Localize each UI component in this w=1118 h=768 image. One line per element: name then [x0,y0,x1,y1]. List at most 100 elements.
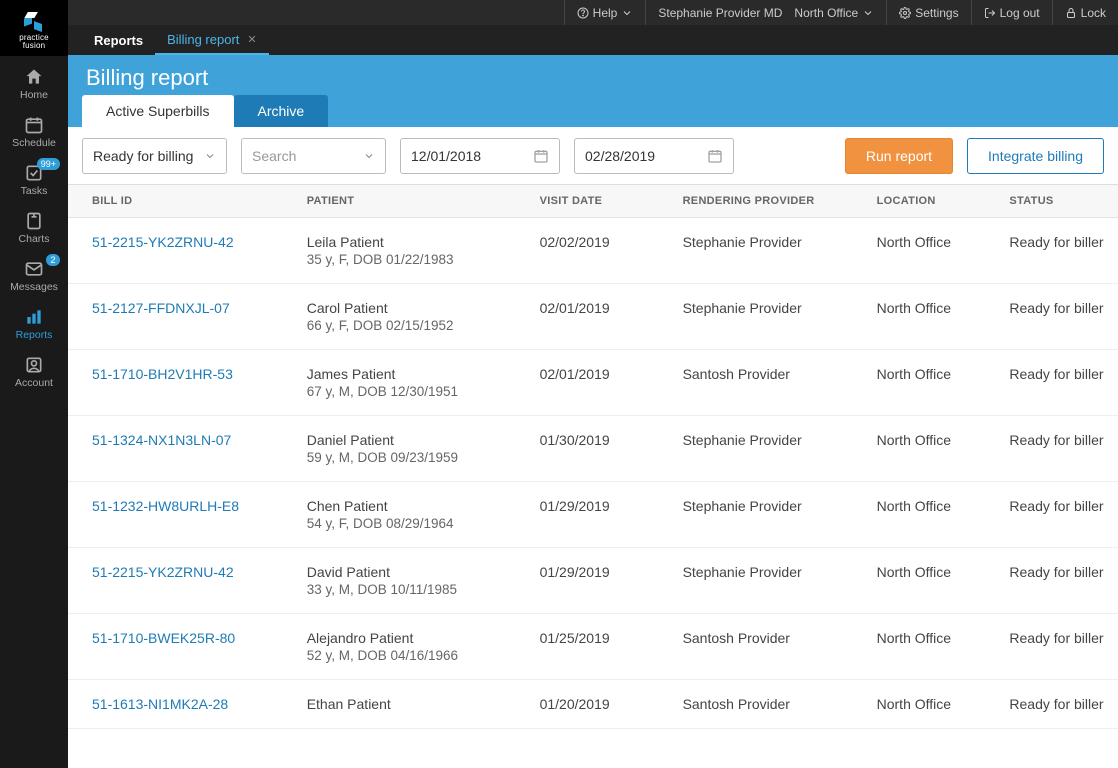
location: North Office [863,218,996,284]
integrate-billing-button[interactable]: Integrate billing [967,138,1104,174]
col-status[interactable]: STATUS [995,185,1118,218]
rendering-provider: Santosh Provider [669,614,863,680]
date-from-input[interactable]: 12/01/2018 [400,138,560,174]
status: Ready for biller [995,350,1118,416]
logout-label: Log out [1000,6,1040,20]
date-from-value: 12/01/2018 [411,148,481,164]
tab-active-superbills[interactable]: Active Superbills [82,95,234,127]
status: Ready for biller [995,548,1118,614]
bill-id-link[interactable]: 51-2215-YK2ZRNU-42 [92,234,234,250]
calendar-icon [533,148,549,164]
sidebar-item-home[interactable]: Home [0,60,68,108]
gear-icon [899,7,911,19]
brand-text: practicefusion [19,34,49,50]
breadcrumb-root[interactable]: Reports [82,25,155,55]
visit-date: 02/02/2019 [526,218,669,284]
run-report-button[interactable]: Run report [845,138,953,174]
topbar: Help Stephanie Provider MD North Office … [0,0,1118,25]
badge: 99+ [37,158,60,170]
bill-id-link[interactable]: 51-1710-BWEK25R-80 [92,630,235,646]
patient-name: Ethan Patient [307,696,512,712]
sidebar-item-reports[interactable]: Reports [0,300,68,348]
rendering-provider: Santosh Provider [669,350,863,416]
col-bill-id[interactable]: BILL ID [68,185,293,218]
settings-label: Settings [915,6,958,20]
logout-link[interactable]: Log out [971,0,1052,25]
patient-detail: 52 y, M, DOB 04/16/1966 [307,648,512,663]
chevron-down-icon [862,7,874,19]
sidebar-item-label: Messages [10,281,58,293]
reports-icon [24,307,44,327]
patient-name: Leila Patient [307,234,512,250]
bill-id-link[interactable]: 51-1710-BH2V1HR-53 [92,366,233,382]
col-provider[interactable]: RENDERING PROVIDER [669,185,863,218]
patient-detail: 59 y, M, DOB 09/23/1959 [307,450,512,465]
table-row: 51-1232-HW8URLH-E8 Chen Patient 54 y, F, … [68,482,1118,548]
bill-id-link[interactable]: 51-1324-NX1N3LN-07 [92,432,231,448]
sidebar-item-schedule[interactable]: Schedule [0,108,68,156]
bill-id-link[interactable]: 51-2215-YK2ZRNU-42 [92,564,234,580]
patient-detail: 35 y, F, DOB 01/22/1983 [307,252,512,267]
settings-link[interactable]: Settings [886,0,970,25]
chevron-down-icon [363,150,375,162]
col-location[interactable]: LOCATION [863,185,996,218]
patient-detail: 54 y, F, DOB 08/29/1964 [307,516,512,531]
help-label: Help [593,6,618,20]
sidebar: practicefusion Home Schedule Tasks 99+ C… [0,0,68,768]
lock-link[interactable]: Lock [1052,0,1118,25]
charts-icon [24,211,44,231]
chevron-down-icon [621,7,633,19]
patient-name: David Patient [307,564,512,580]
close-tab-icon[interactable]: ✕ [247,33,256,46]
bill-id-link[interactable]: 51-2127-FFDNXJL-07 [92,300,230,316]
rendering-provider: Stephanie Provider [669,218,863,284]
status: Ready for biller [995,284,1118,350]
bill-id-link[interactable]: 51-1232-HW8URLH-E8 [92,498,239,514]
help-icon [577,7,589,19]
user-menu[interactable]: Stephanie Provider MD [645,0,794,25]
help-menu[interactable]: Help [564,0,646,25]
location: North Office [863,350,996,416]
table-row: 51-1710-BH2V1HR-53 James Patient67 y, M,… [68,350,1118,416]
visit-date: 01/29/2019 [526,548,669,614]
sidebar-item-label: Reports [16,329,53,341]
location: North Office [863,680,996,729]
location: North Office [863,284,996,350]
lock-icon [1065,7,1077,19]
rendering-provider: Stephanie Provider [669,548,863,614]
page-header: Billing report Active Superbills Archive [68,55,1118,127]
office-menu[interactable]: North Office [794,0,886,25]
schedule-icon [24,115,44,135]
bill-id-link[interactable]: 51-1613-NI1MK2A-28 [92,696,228,712]
rendering-provider: Stephanie Provider [669,284,863,350]
table-row: 51-2127-FFDNXJL-07 Carol Patient66 y, F,… [68,284,1118,350]
status: Ready for biller [995,416,1118,482]
sidebar-item-account[interactable]: Account [0,348,68,396]
results-table-wrap[interactable]: BILL ID PATIENT VISIT DATE RENDERING PRO… [68,185,1118,768]
breadcrumb-bar: Reports Billing report ✕ [68,25,1118,55]
sidebar-item-messages[interactable]: Messages 2 [0,252,68,300]
col-patient[interactable]: PATIENT [293,185,526,218]
logout-icon [984,7,996,19]
sidebar-item-tasks[interactable]: Tasks 99+ [0,156,68,204]
page-title: Billing report [86,65,1100,91]
search-select[interactable]: Search [241,138,386,174]
chevron-down-icon [204,150,216,162]
sidebar-item-label: Account [15,377,53,389]
status-select[interactable]: Ready for billing [82,138,227,174]
status: Ready for biller [995,680,1118,729]
tab-archive[interactable]: Archive [234,95,329,127]
patient-name: Chen Patient [307,498,512,514]
sidebar-item-label: Schedule [12,137,56,149]
brand-logo[interactable]: practicefusion [0,0,68,56]
visit-date: 01/29/2019 [526,482,669,548]
badge: 2 [46,254,60,266]
filter-bar: Ready for billing Search 12/01/2018 02/2… [68,127,1118,185]
nav: Home Schedule Tasks 99+ Charts Messages … [0,56,68,396]
date-to-input[interactable]: 02/28/2019 [574,138,734,174]
col-visit-date[interactable]: VISIT DATE [526,185,669,218]
breadcrumb-tab-billing-report[interactable]: Billing report ✕ [155,25,268,55]
patient-name: Carol Patient [307,300,512,316]
office-label: North Office [794,6,858,20]
sidebar-item-charts[interactable]: Charts [0,204,68,252]
